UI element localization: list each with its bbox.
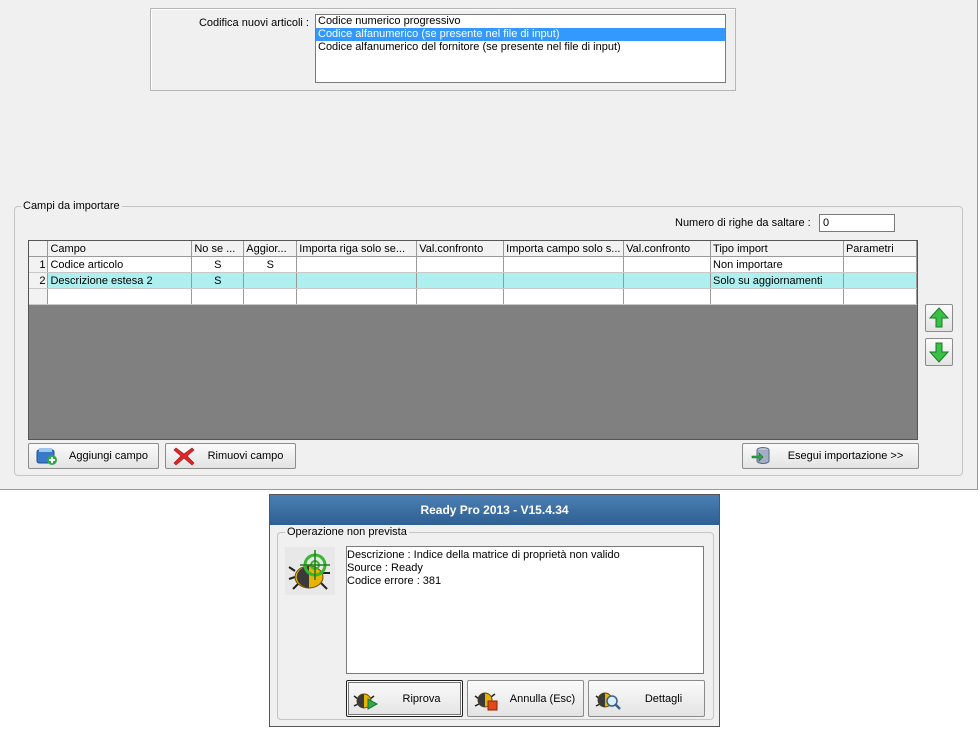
grid-cell[interactable]: [843, 256, 917, 273]
database-import-icon: [749, 445, 773, 467]
row-number: [29, 288, 49, 305]
grid-cell[interactable]: Descrizione estesa 2: [47, 272, 193, 289]
green-down-arrow-icon: [929, 342, 949, 363]
campi-title: Campi da importare: [21, 200, 122, 212]
column-header[interactable]: Val.confronto: [623, 241, 712, 257]
bug-target-icon: [285, 547, 335, 595]
cancel-label: Annulla (Esc): [509, 692, 576, 705]
table-row[interactable]: 1 Codice articolo S S Non importare: [29, 256, 917, 273]
codifica-option-selected[interactable]: Codice alfanumerico (se presente nel fil…: [316, 28, 725, 41]
error-message-box[interactable]: Descrizione : Indice della matrice di pr…: [346, 546, 704, 674]
grid-cell[interactable]: [296, 272, 418, 289]
details-label: Dettagli: [644, 692, 683, 705]
grid-cell[interactable]: [843, 272, 917, 289]
red-x-icon: [172, 445, 196, 467]
grid-cell[interactable]: S: [191, 272, 245, 289]
grid-cell[interactable]: [503, 256, 625, 273]
column-header[interactable]: Aggior...: [243, 241, 298, 257]
grid-cell[interactable]: [296, 288, 418, 305]
grid-cell[interactable]: [416, 272, 505, 289]
grid-cell[interactable]: [416, 288, 505, 305]
grid-cell[interactable]: Codice articolo: [47, 256, 193, 273]
green-up-arrow-icon: [929, 307, 949, 328]
execute-import-button[interactable]: Esegui importazione >>: [742, 443, 919, 469]
codifica-option[interactable]: Codice alfanumerico del fornitore (se pr…: [316, 41, 725, 54]
add-field-label: Aggiungi campo: [69, 450, 148, 462]
error-groupbox: Operazione non prevista Descrizione : In…: [277, 526, 714, 720]
fields-grid[interactable]: Campo No se ... Aggior... Importa riga s…: [28, 240, 918, 440]
add-field-button[interactable]: Aggiungi campo: [28, 443, 159, 469]
error-source: Source : Ready: [347, 562, 423, 574]
grid-cell[interactable]: [623, 272, 712, 289]
error-description: Descrizione : Indice della matrice di pr…: [347, 549, 620, 561]
column-header[interactable]: Parametri: [843, 241, 917, 257]
table-row-selected[interactable]: 2 Descrizione estesa 2 S Solo su aggiorn…: [29, 272, 917, 289]
grid-cell[interactable]: [47, 288, 193, 305]
grid-cell[interactable]: Non importare: [710, 256, 844, 273]
bug-stop-icon: [472, 684, 502, 714]
grid-cell[interactable]: [843, 288, 917, 305]
column-header[interactable]: No se ...: [191, 241, 245, 257]
dialog-titlebar[interactable]: Ready Pro 2013 - V15.4.34: [270, 495, 719, 525]
grid-cell[interactable]: [296, 256, 418, 273]
grid-cell[interactable]: [623, 256, 712, 273]
move-up-button[interactable]: [925, 304, 953, 332]
remove-field-button[interactable]: Rimuovi campo: [165, 443, 296, 469]
grid-cell[interactable]: [191, 288, 245, 305]
error-group-title: Operazione non prevista: [285, 526, 409, 538]
import-window: Codifica nuovi articoli : Codice numeric…: [0, 0, 978, 490]
bug-play-icon: [351, 684, 381, 714]
codifica-label: Codifica nuovi articoli :: [198, 17, 309, 29]
execute-import-label: Esegui importazione >>: [787, 450, 904, 462]
bug-magnifier-icon: [593, 684, 623, 714]
grid-cell[interactable]: Solo su aggiornamenti: [710, 272, 844, 289]
codifica-panel: Codifica nuovi articoli : Codice numeric…: [150, 8, 736, 91]
column-header[interactable]: Campo: [47, 241, 193, 257]
error-dialog: Ready Pro 2013 - V15.4.34 Operazione non…: [269, 494, 720, 727]
table-row-empty[interactable]: [29, 288, 917, 305]
grid-cell[interactable]: [416, 256, 505, 273]
skip-rows-label: Numero di righe da saltare :: [675, 217, 811, 229]
grid-cell[interactable]: [710, 288, 844, 305]
grid-cell[interactable]: [503, 288, 625, 305]
move-down-button[interactable]: [925, 338, 953, 366]
remove-field-label: Rimuovi campo: [207, 450, 284, 462]
details-button[interactable]: Dettagli: [588, 680, 705, 717]
column-header[interactable]: Tipo import: [710, 241, 844, 257]
add-field-icon: [35, 445, 59, 467]
column-header[interactable]: Val.confronto: [416, 241, 505, 257]
retry-button[interactable]: Riprova: [346, 680, 463, 717]
fields-table: Campo No se ... Aggior... Importa riga s…: [29, 241, 917, 305]
grid-cell[interactable]: [623, 288, 712, 305]
error-code: Codice errore : 381: [347, 575, 442, 587]
retry-label: Riprova: [402, 692, 441, 705]
row-number: 2: [29, 272, 49, 289]
grid-cell[interactable]: [243, 288, 298, 305]
grid-cell[interactable]: [503, 272, 625, 289]
grid-header-row: Campo No se ... Aggior... Importa riga s…: [29, 241, 917, 257]
grid-cell[interactable]: [243, 272, 298, 289]
column-header[interactable]: Importa riga solo se...: [296, 241, 418, 257]
grid-cell[interactable]: S: [243, 256, 298, 273]
codifica-option[interactable]: Codice numerico progressivo: [316, 15, 725, 28]
column-header[interactable]: Importa campo solo s...: [503, 241, 625, 257]
grid-corner: [29, 241, 49, 257]
grid-cell[interactable]: S: [191, 256, 245, 273]
campi-groupbox: Campi da importare Numero di righe da sa…: [14, 200, 963, 476]
skip-rows-input[interactable]: 0: [819, 214, 895, 232]
codifica-listbox[interactable]: Codice numerico progressivo Codice alfan…: [315, 14, 726, 83]
cancel-button[interactable]: Annulla (Esc): [467, 680, 584, 717]
row-number: 1: [29, 256, 49, 273]
